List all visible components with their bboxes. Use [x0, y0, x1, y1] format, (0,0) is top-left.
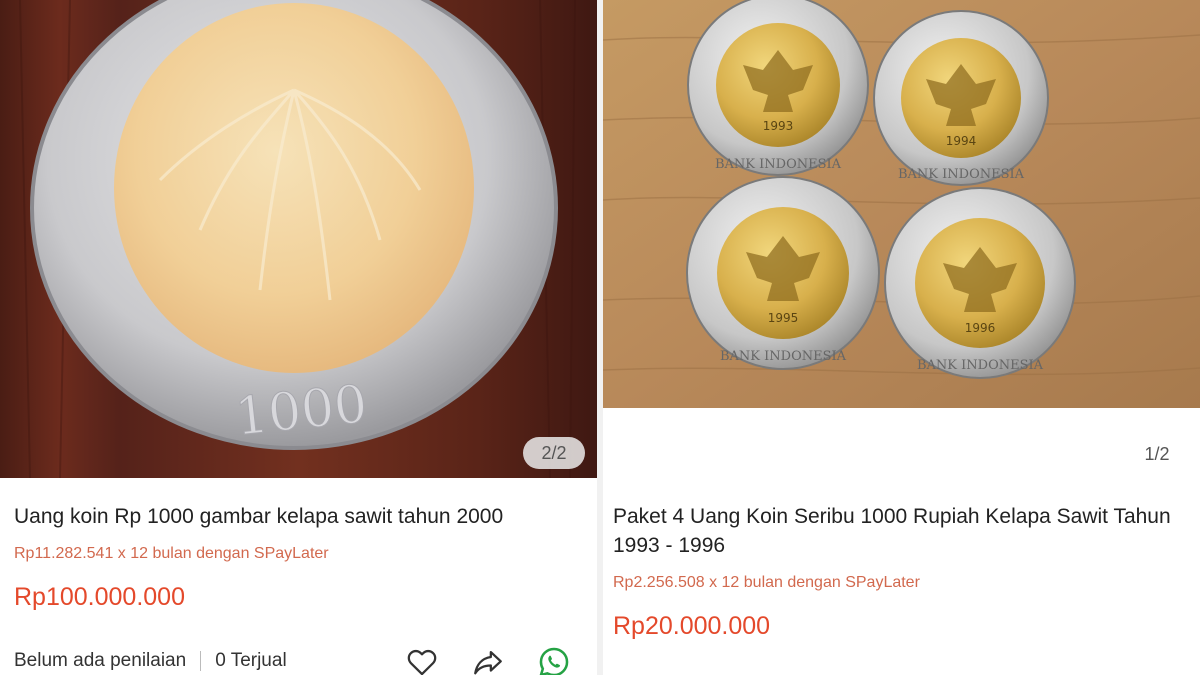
product-card-1[interactable]: 1000 2/2 Uang koin Rp 1000 gambar kelapa… — [0, 0, 597, 675]
product-title[interactable]: Paket 4 Uang Koin Seribu 1000 Rupiah Kel… — [613, 502, 1186, 560]
svg-text:1993: 1993 — [763, 119, 794, 133]
coin-4: 1996 BANK INDONESIA — [884, 187, 1076, 379]
svg-text:BANK INDONESIA: BANK INDONESIA — [715, 157, 842, 172]
coin-1: 1993 BANK INDONESIA — [687, 0, 869, 176]
svg-text:BANK INDONESIA: BANK INDONESIA — [898, 167, 1025, 182]
favorite-button[interactable] — [404, 644, 440, 675]
product-photo[interactable]: 1993 BANK INDONESIA 1994 BANK INDONESIA … — [603, 0, 1200, 408]
product-price: Rp20.000.000 — [613, 612, 771, 640]
coins-photo-image: 1993 BANK INDONESIA 1994 BANK INDONESIA … — [603, 0, 1200, 408]
svg-text:1996: 1996 — [965, 321, 996, 335]
coin-3: 1995 BANK INDONESIA — [686, 176, 880, 370]
rating-status: Belum ada penilaian — [14, 650, 187, 671]
share-button[interactable] — [470, 644, 506, 675]
whatsapp-icon — [539, 647, 569, 675]
product-price: Rp100.000.000 — [14, 583, 185, 611]
svg-text:1995: 1995 — [768, 311, 799, 325]
svg-text:BANK INDONESIA: BANK INDONESIA — [720, 349, 847, 364]
installment-text: Rp11.282.541 x 12 bulan dengan SPayLater — [14, 545, 329, 562]
product-photo[interactable]: 1000 — [0, 0, 597, 478]
coin-photo-image: 1000 — [0, 0, 597, 478]
heart-icon — [407, 649, 437, 675]
share-icon — [474, 650, 502, 675]
whatsapp-share-button[interactable] — [536, 644, 572, 675]
product-actions — [404, 644, 572, 675]
installment-text: Rp2.256.508 x 12 bulan dengan SPayLater — [613, 574, 920, 591]
sold-count: 0 Terjual — [215, 650, 287, 671]
image-counter: 2/2 — [523, 437, 585, 469]
image-counter: 1/2 — [1126, 438, 1188, 470]
coin-2: 1994 BANK INDONESIA — [873, 10, 1049, 186]
product-title[interactable]: Uang koin Rp 1000 gambar kelapa sawit ta… — [14, 502, 583, 531]
svg-text:1994: 1994 — [946, 134, 977, 148]
product-meta: Belum ada penilaian 0 Terjual — [14, 650, 287, 672]
meta-divider — [200, 651, 202, 671]
svg-text:BANK INDONESIA: BANK INDONESIA — [917, 358, 1044, 373]
product-card-2[interactable]: 1993 BANK INDONESIA 1994 BANK INDONESIA … — [603, 0, 1200, 675]
